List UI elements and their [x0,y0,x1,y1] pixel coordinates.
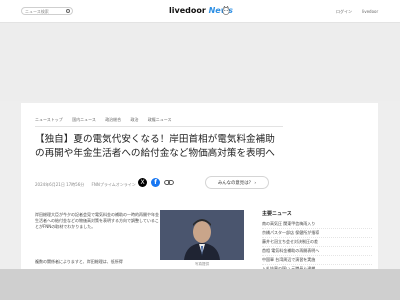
search-icon[interactable] [66,9,70,13]
sidebar-news-item[interactable]: 京橋パスタ一部店 保健所が指導 [262,229,372,238]
divider [35,126,283,127]
sidebar-news-item[interactable]: 中国軍 台湾周辺で演習を実施 [262,256,372,265]
bottom-ad-bar [0,269,400,300]
search-input[interactable]: ニュース検索 [21,7,73,15]
register-link[interactable]: livedoor [362,9,378,14]
chevron-right-icon: › [254,181,257,186]
login-link[interactable]: ログイン [336,9,352,14]
mascot-icon [222,5,230,15]
opinion-button-label: みんなの意見は？ [217,181,253,186]
portrait-image [160,210,244,260]
breadcrumb-item[interactable]: 国内ニュース [72,117,96,122]
link-icon[interactable] [164,178,174,187]
facebook-icon: f [154,179,157,186]
breadcrumb-item[interactable]: ニューストップ [35,117,63,122]
sidebar-news-item[interactable]: 藤井七冠立ち会せ対決制圧の差 [262,238,372,247]
breadcrumb-item[interactable]: 政治総合 [105,117,121,122]
ad-space [0,23,400,101]
sidebar-news-item[interactable]: 南の高気圧 関東甲信梅雨入り [262,220,372,229]
photo-caption: 写真提供 [194,262,210,266]
sidebar: 主要ニュース 南の高気圧 関東甲信梅雨入り 京橋パスタ一部店 保健所が指導 藤井… [262,210,372,274]
sidebar-title: 主要ニュース [262,211,292,217]
logo-brand: livedoor [169,6,206,15]
breadcrumb-item[interactable]: 政権ニュース [148,117,172,122]
breadcrumb: ニューストップ 国内ニュース 政治総合 政治 政権ニュース [35,117,180,123]
article-headline: 【独自】夏の電気代安くなる！岸田首相が電気料金補助の再開や年金生活者への給付金な… [35,134,275,159]
article-source[interactable]: FNNプライムオンライン [92,182,136,187]
share-facebook-button[interactable]: f [151,178,160,187]
opinion-button[interactable]: みんなの意見は？ › [205,176,269,189]
article-paragraph: 岸田総理大臣が今夕の記者会見で電気料金の補助の一時的再開や年金生活者への給付金な… [35,212,159,229]
x-icon: X [140,179,145,186]
article-date: 2024年6月21日 17時56分 [35,182,85,187]
search-placeholder: ニュース検索 [25,9,49,14]
site-header: ニュース検索 livedoor News ログイン livedoor [0,0,400,23]
share-x-button[interactable]: X [138,178,147,187]
article-meta: 2024年6月21日 17時56分 FNNプライムオンライン [35,182,142,188]
article-photo[interactable] [160,210,244,260]
sidebar-news-item[interactable]: 首相 電気料金補助の再開表明へ [262,247,372,256]
breadcrumb-item[interactable]: 政治 [130,117,138,122]
article-paragraph: 複数の関係者によりますと、岸田総理は、低所得 [35,259,123,264]
